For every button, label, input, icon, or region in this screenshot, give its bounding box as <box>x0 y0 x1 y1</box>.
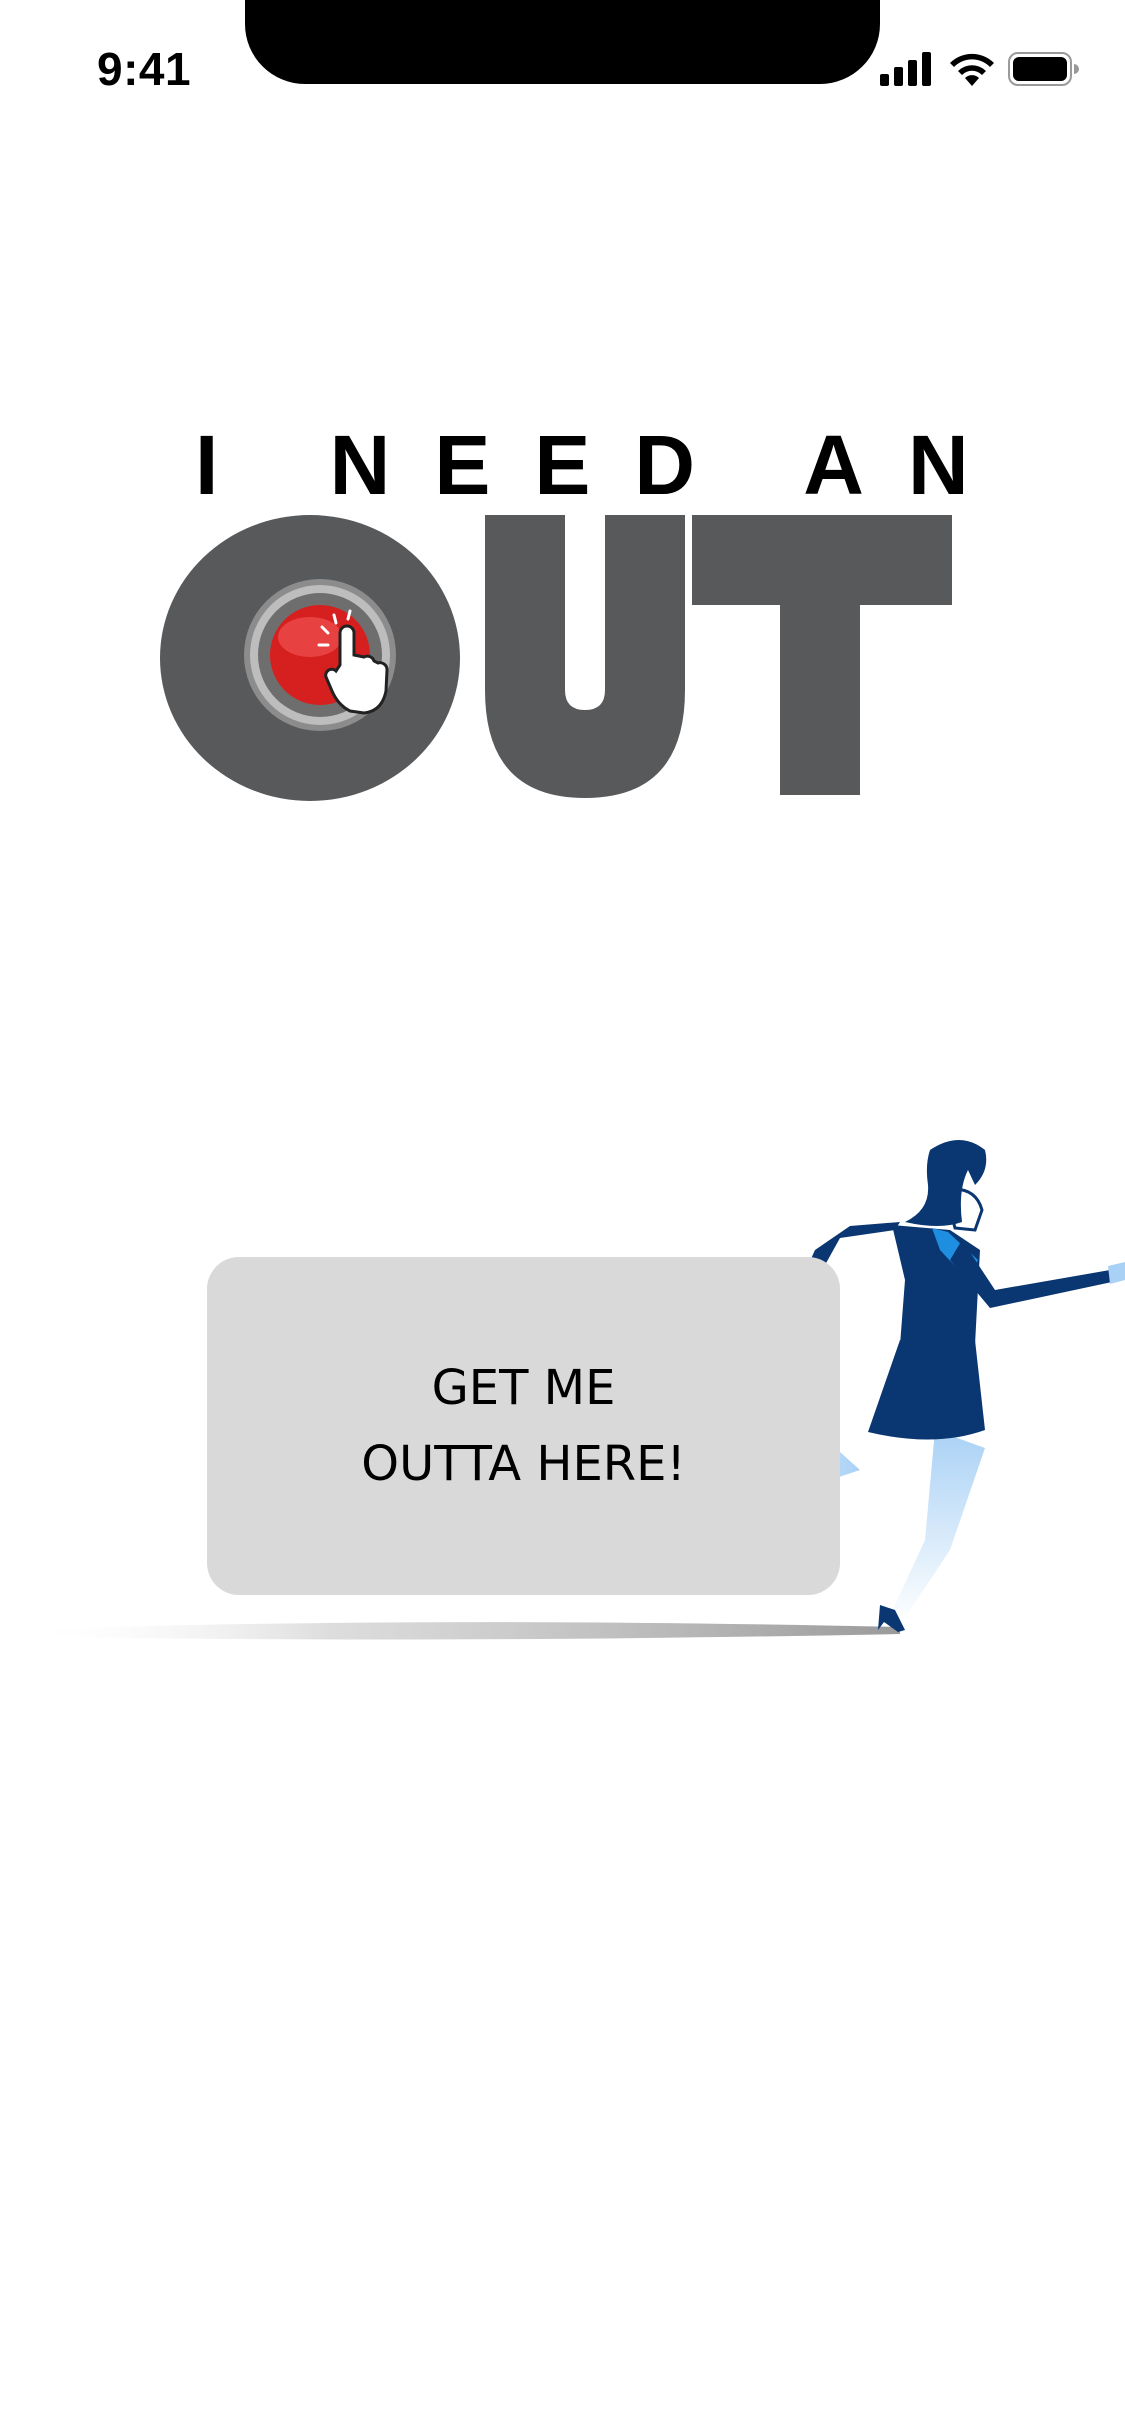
logo-headline: I NEED AN <box>195 418 1013 512</box>
battery-icon <box>1008 52 1079 86</box>
get-me-out-label-line2: OUTTA HERE! <box>361 1436 686 1492</box>
status-bar: 9:41 <box>0 0 1125 140</box>
red-panic-button-icon <box>244 579 396 731</box>
get-me-out-button[interactable]: GET ME OUTTA HERE! <box>207 1257 840 1595</box>
logo-out-art <box>160 515 952 801</box>
get-me-out-label-line1: GET ME <box>431 1360 616 1416</box>
cellular-signal-icon <box>880 52 931 86</box>
status-icons <box>880 50 1080 90</box>
wifi-icon <box>950 53 994 86</box>
device-notch <box>245 0 880 84</box>
app-logo: I NEED AN <box>160 418 1013 820</box>
status-time: 9:41 <box>97 43 192 95</box>
